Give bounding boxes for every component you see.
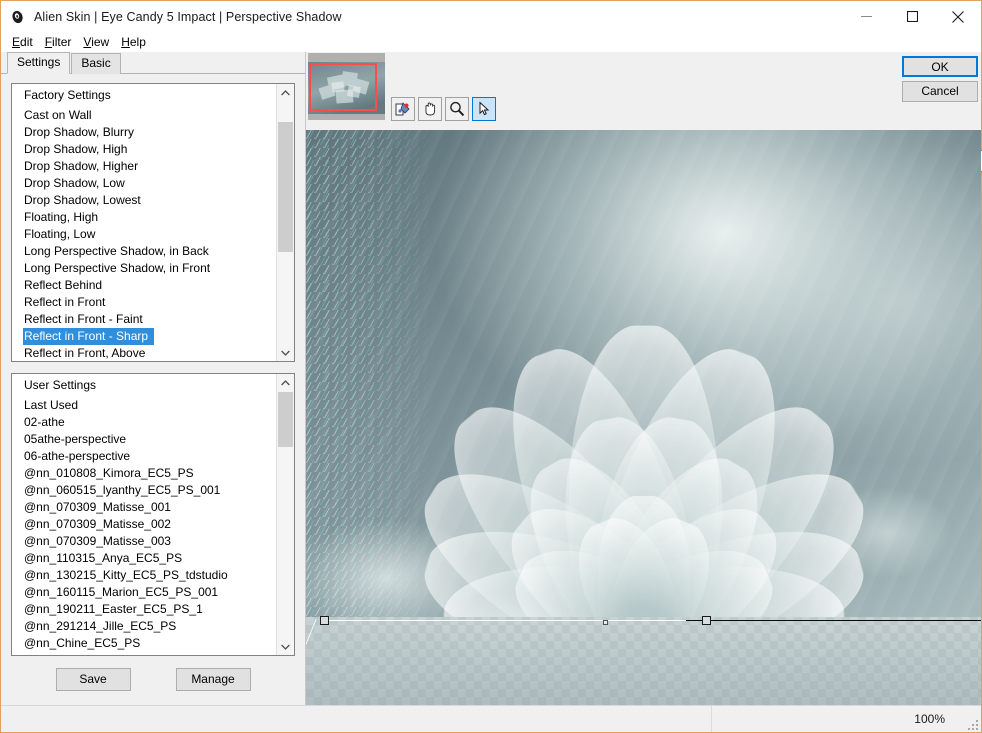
- menu-help[interactable]: Help: [118, 33, 155, 51]
- settings-panel: Settings Basic Factory Settings Cast on …: [1, 52, 306, 705]
- list-item[interactable]: Reflect Behind: [12, 277, 277, 294]
- preview-panel: Preview Background: None OK Cancel: [306, 52, 982, 705]
- zoom-level: 100%: [914, 712, 945, 726]
- list-item[interactable]: @nn_070309_Matisse_001: [12, 499, 277, 516]
- list-item-selected[interactable]: Reflect in Front - Sharp: [23, 328, 155, 345]
- list-item[interactable]: Drop Shadow, Low: [12, 175, 277, 192]
- application-window: Alien Skin | Eye Candy 5 Impact | Perspe…: [0, 0, 982, 733]
- maximize-button[interactable]: [889, 1, 935, 32]
- user-settings-listbox[interactable]: User Settings Last Used 02-athe 05athe-p…: [11, 373, 295, 656]
- user-settings-list: User Settings Last Used 02-athe 05athe-p…: [12, 374, 277, 655]
- list-item[interactable]: Drop Shadow, Higher: [12, 158, 277, 175]
- factory-settings-listbox[interactable]: Factory Settings Cast on Wall Drop Shado…: [11, 83, 295, 362]
- scroll-down-icon[interactable]: [277, 638, 294, 655]
- cancel-button[interactable]: Cancel: [902, 81, 978, 102]
- menu-view-label: iew: [91, 35, 110, 49]
- settings-actions: Save Manage: [1, 668, 305, 691]
- minimize-button[interactable]: [843, 1, 889, 32]
- manage-button[interactable]: Manage: [175, 668, 251, 691]
- pointer-tool[interactable]: [472, 97, 496, 121]
- user-settings-header: User Settings: [24, 378, 97, 392]
- navigator-viewport-rect[interactable]: [309, 63, 377, 111]
- tool-buttons: [391, 97, 496, 121]
- preview-toolbar: Preview Background: None OK Cancel: [306, 52, 982, 172]
- menu-filter-accel: F: [44, 35, 53, 49]
- window-controls: [843, 1, 981, 32]
- list-item[interactable]: Floating, High: [12, 209, 277, 226]
- list-item[interactable]: Cast on Wall: [12, 107, 277, 124]
- list-item[interactable]: Reflect in Front: [12, 294, 277, 311]
- save-button[interactable]: Save: [55, 668, 131, 691]
- menu-edit-accel: E: [12, 35, 21, 49]
- list-item[interactable]: Drop Shadow, High: [12, 141, 277, 158]
- scrollbar-thumb[interactable]: [278, 392, 293, 447]
- main-content: Settings Basic Factory Settings Cast on …: [1, 52, 982, 705]
- list-item[interactable]: Long Perspective Shadow, in Front: [12, 260, 277, 277]
- status-message-area: [1, 706, 712, 732]
- scroll-down-icon[interactable]: [277, 344, 294, 361]
- list-item[interactable]: Drop Shadow, Lowest: [12, 192, 277, 209]
- list-item[interactable]: Floating, Low: [12, 226, 277, 243]
- shadow-center-handle[interactable]: [702, 616, 711, 625]
- list-item[interactable]: @nn_110315_Anya_EC5_PS: [12, 550, 277, 567]
- tab-settings[interactable]: Settings: [7, 52, 71, 74]
- shadow-horizon-line-dark[interactable]: [686, 620, 981, 621]
- resize-grip-icon[interactable]: [966, 718, 978, 730]
- list-item[interactable]: @nn_160115_Marion_EC5_PS_001: [12, 584, 277, 601]
- user-list-scrollbar[interactable]: [276, 374, 294, 655]
- hand-tool[interactable]: [418, 97, 442, 121]
- zoom-tool[interactable]: [445, 97, 469, 121]
- preview-canvas[interactable]: [306, 130, 981, 705]
- menu-view[interactable]: View: [80, 33, 118, 51]
- scroll-up-icon[interactable]: [277, 84, 294, 101]
- factory-settings-header: Factory Settings: [24, 88, 111, 102]
- list-item[interactable]: @nn_070309_Matisse_002: [12, 516, 277, 533]
- ok-button[interactable]: OK: [902, 56, 978, 77]
- menu-filter[interactable]: Filter: [42, 33, 81, 51]
- menu-help-accel: H: [121, 35, 130, 49]
- menu-edit[interactable]: Edit: [9, 33, 42, 51]
- list-item[interactable]: @nn_Chine_EC5_PS: [12, 635, 277, 652]
- menu-filter-label: ilter: [52, 35, 72, 49]
- status-bar: 100%: [1, 705, 981, 732]
- menu-edit-label: dit: [20, 35, 33, 49]
- menu-help-label: elp: [129, 35, 146, 49]
- list-item[interactable]: @nn_291214_Jille_EC5_PS: [12, 618, 277, 635]
- factory-settings-list: Factory Settings Cast on Wall Drop Shado…: [12, 84, 277, 361]
- list-item[interactable]: Drop Shadow, Blurry: [12, 124, 277, 141]
- scroll-up-icon[interactable]: [277, 374, 294, 391]
- list-item[interactable]: 05athe-perspective: [12, 431, 277, 448]
- tab-strip: Settings Basic: [1, 52, 305, 74]
- list-item[interactable]: @nn_130215_Kitty_EC5_PS_tdstudio: [12, 567, 277, 584]
- shadow-origin-handle[interactable]: [320, 616, 329, 625]
- shadow-mid-handle[interactable]: [603, 620, 608, 625]
- alien-eye-icon: [10, 9, 26, 25]
- navigator-thumbnail[interactable]: [308, 53, 385, 120]
- eyedropper-tool[interactable]: [391, 97, 415, 121]
- tab-basic[interactable]: Basic: [71, 53, 121, 74]
- list-item[interactable]: Long Perspective Shadow, in Back: [12, 243, 277, 260]
- title-bar: Alien Skin | Eye Candy 5 Impact | Perspe…: [1, 1, 981, 32]
- list-item[interactable]: Reflect in Front, Above: [12, 345, 277, 361]
- factory-list-scrollbar[interactable]: [276, 84, 294, 361]
- preview-transparency-checker: [306, 617, 981, 705]
- window-title: Alien Skin | Eye Candy 5 Impact | Perspe…: [34, 9, 342, 24]
- list-item[interactable]: @nn_060515_lyanthy_EC5_PS_001: [12, 482, 277, 499]
- menu-bar: Edit Filter View Help: [1, 32, 981, 52]
- list-item[interactable]: Last Used: [12, 397, 277, 414]
- close-button[interactable]: [935, 1, 981, 32]
- list-item[interactable]: @nn_070309_Matisse_003: [12, 533, 277, 550]
- scrollbar-thumb[interactable]: [278, 122, 293, 252]
- list-item[interactable]: @nn_190211_Easter_EC5_PS_1: [12, 601, 277, 618]
- dialog-actions: OK Cancel: [902, 56, 978, 102]
- list-item[interactable]: Reflect in Front - Faint: [12, 311, 277, 328]
- list-item[interactable]: 06-athe-perspective: [12, 448, 277, 465]
- list-item[interactable]: 02-athe: [12, 414, 277, 431]
- list-item[interactable]: @nn_010808_Kimora_EC5_PS: [12, 465, 277, 482]
